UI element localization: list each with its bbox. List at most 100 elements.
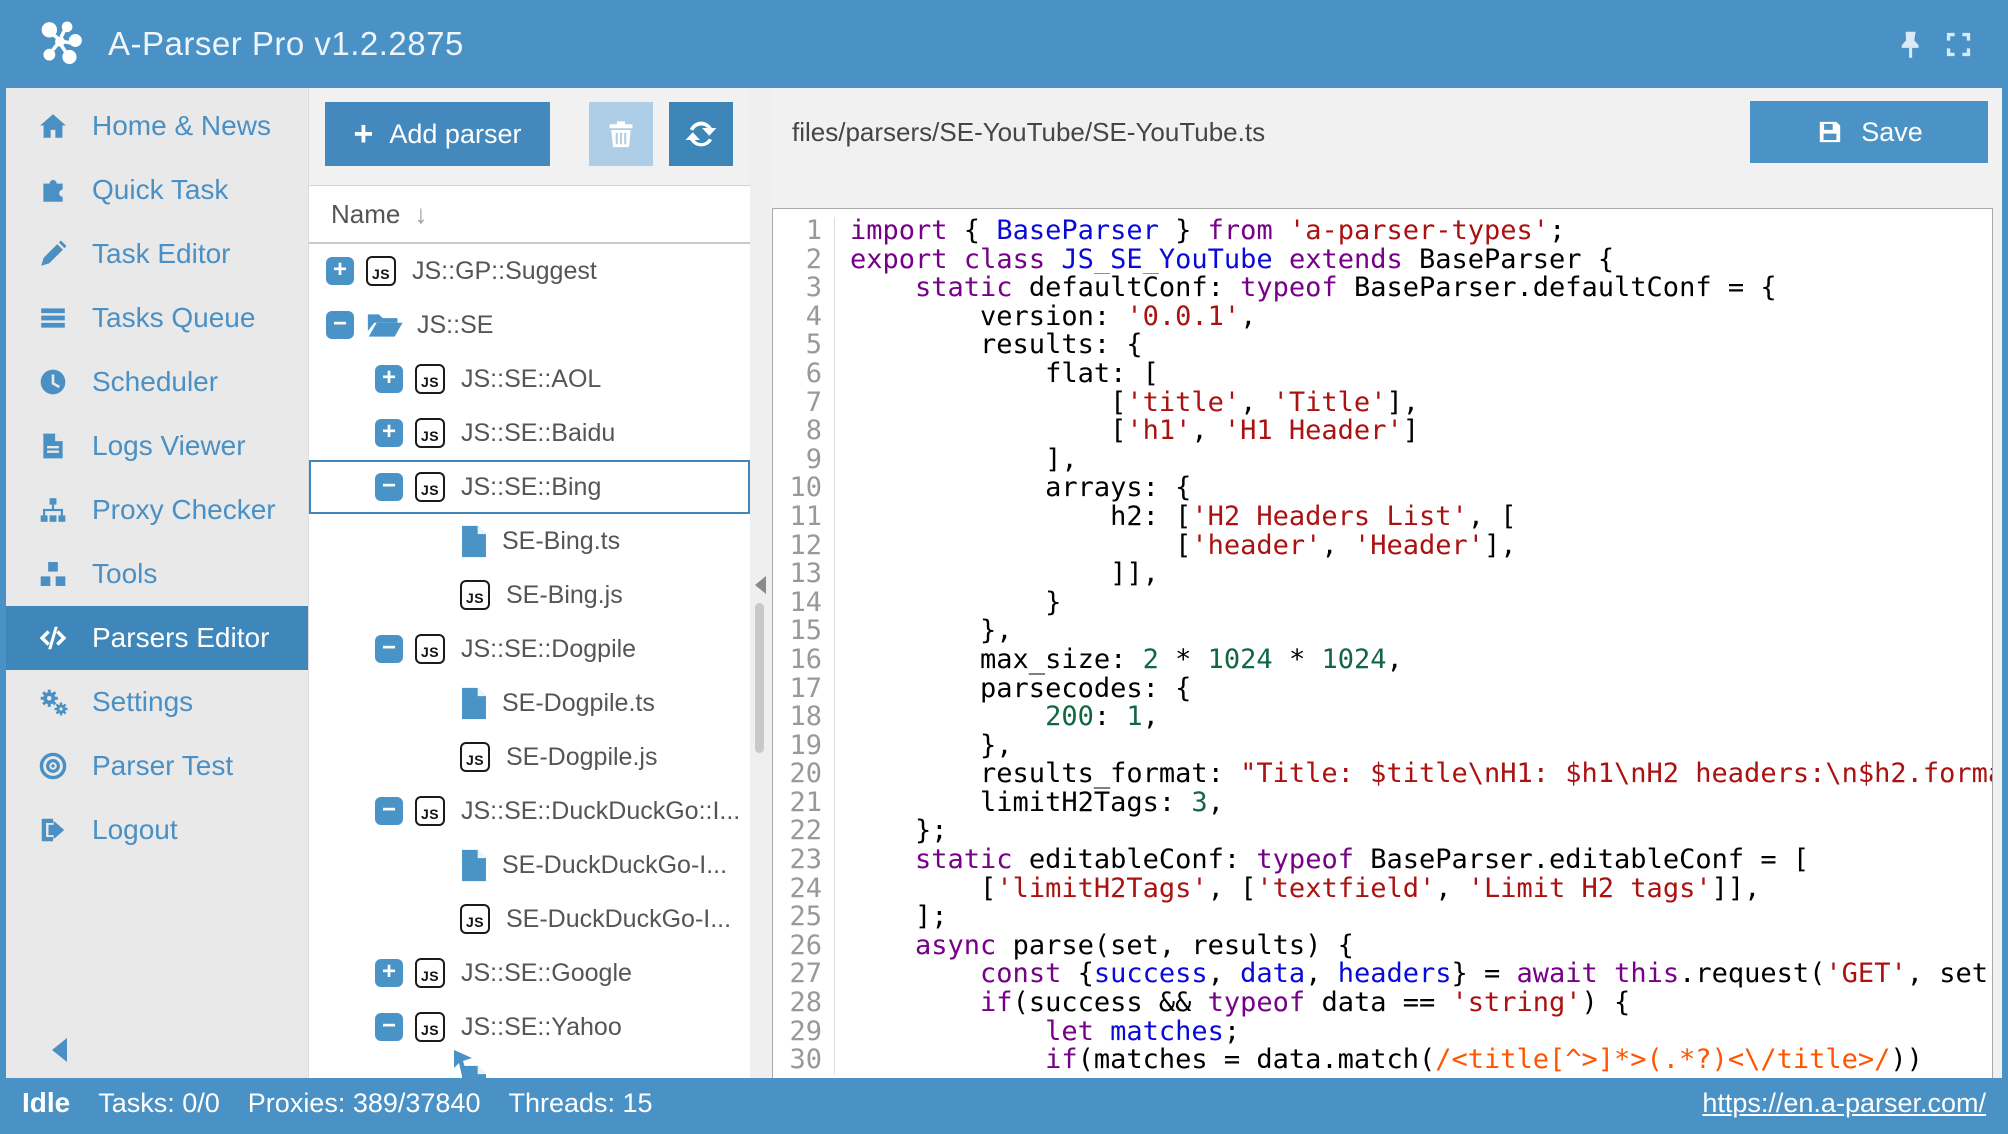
refresh-icon bbox=[685, 118, 717, 150]
app-title: A-Parser Pro v1.2.2875 bbox=[108, 25, 464, 63]
sidebar-item-label: Parser Test bbox=[92, 750, 233, 782]
fullscreen-icon[interactable] bbox=[1943, 29, 1974, 60]
code-line: 5 results: { bbox=[773, 331, 1992, 360]
line-number: 23 bbox=[773, 846, 835, 875]
line-number: 10 bbox=[773, 474, 835, 503]
collapse-icon[interactable]: − bbox=[326, 311, 354, 339]
sidebar-item-scheduler[interactable]: Scheduler bbox=[6, 350, 308, 414]
sidebar-item-quick-task[interactable]: Quick Task bbox=[6, 158, 308, 222]
expand-icon[interactable]: + bbox=[375, 959, 403, 987]
site-link[interactable]: https://en.a-parser.com/ bbox=[1702, 1088, 1986, 1119]
collapse-icon[interactable]: − bbox=[375, 635, 403, 663]
save-button[interactable]: Save bbox=[1750, 101, 1988, 163]
sidebar-item-parsers-editor[interactable]: Parsers Editor bbox=[6, 606, 308, 670]
tree-row-js-se-aol[interactable]: +JSJS::SE::AOL bbox=[309, 352, 750, 406]
line-number: 30 bbox=[773, 1046, 835, 1075]
line-number: 26 bbox=[773, 932, 835, 961]
code-editor[interactable]: 1import { BaseParser } from 'a-parser-ty… bbox=[772, 208, 1993, 1078]
app-frame: A-Parser Pro v1.2.2875 Home & NewsQuick … bbox=[6, 0, 2002, 1128]
tree-row-js-se-duckduckgo-i[interactable]: −JSJS::SE::DuckDuckGo::I... bbox=[309, 784, 750, 838]
sidebar-item-tools[interactable]: Tools bbox=[6, 542, 308, 606]
file-text-icon bbox=[34, 431, 72, 461]
tree-row-se-bing-ts[interactable]: SE-Bing.ts bbox=[309, 514, 750, 568]
collapse-icon[interactable]: − bbox=[375, 473, 403, 501]
sidebar-item-proxy-checker[interactable]: Proxy Checker bbox=[6, 478, 308, 542]
save-icon bbox=[1815, 117, 1845, 147]
code-line-text: ]], bbox=[835, 560, 1992, 589]
file-icon bbox=[460, 686, 488, 721]
tree-row-se-dogpile-ts[interactable]: SE-Dogpile.ts bbox=[309, 676, 750, 730]
tree-row-js-se[interactable]: −JS::SE bbox=[309, 298, 750, 352]
collapse-icon[interactable]: − bbox=[375, 797, 403, 825]
line-number: 27 bbox=[773, 960, 835, 989]
file-icon bbox=[460, 524, 488, 559]
tree-row[interactable] bbox=[309, 1054, 750, 1078]
tree-row-js-gp-suggest[interactable]: +JSJS::GP::Suggest bbox=[309, 244, 750, 298]
code-line: 15 }, bbox=[773, 617, 1992, 646]
line-number: 24 bbox=[773, 875, 835, 904]
sidebar-item-logout[interactable]: Logout bbox=[6, 798, 308, 862]
code-line: 19 }, bbox=[773, 732, 1992, 761]
divider-collapse-icon[interactable] bbox=[755, 576, 766, 594]
collapse-icon[interactable]: − bbox=[375, 1013, 403, 1041]
code-line-text: parsecodes: { bbox=[835, 675, 1992, 704]
tree-row-se-bing-js[interactable]: JS SE-Bing.js bbox=[309, 568, 750, 622]
code-line: 27 const {success, data, headers} = awai… bbox=[773, 960, 1992, 989]
code-line-text: limitH2Tags: 3, bbox=[835, 789, 1992, 818]
line-number: 3 bbox=[773, 274, 835, 303]
sidebar-item-logs-viewer[interactable]: Logs Viewer bbox=[6, 414, 308, 478]
code-line: 21 limitH2Tags: 3, bbox=[773, 789, 1992, 818]
line-number: 13 bbox=[773, 560, 835, 589]
tree-row-js-se-yahoo[interactable]: −JSJS::SE::Yahoo bbox=[309, 1000, 750, 1054]
tree-row-js-se-baidu[interactable]: +JSJS::SE::Baidu bbox=[309, 406, 750, 460]
tree-row-se-duckduckgo-i[interactable]: JSSE-DuckDuckGo-I... bbox=[309, 892, 750, 946]
sidebar-collapse-icon[interactable] bbox=[52, 1038, 67, 1062]
tree-row-label: SE-Bing.ts bbox=[502, 527, 620, 556]
line-number: 7 bbox=[773, 389, 835, 418]
js-icon: JS bbox=[366, 256, 396, 286]
js-icon: JS bbox=[415, 364, 445, 394]
refresh-button[interactable] bbox=[669, 102, 733, 166]
tree-row-se-duckduckgo-i[interactable]: SE-DuckDuckGo-I... bbox=[309, 838, 750, 892]
sidebar-item-parser-test[interactable]: Parser Test bbox=[6, 734, 308, 798]
add-parser-button[interactable]: + Add parser bbox=[325, 102, 550, 166]
code-line: 24 ['limitH2Tags', ['textfield', 'Limit … bbox=[773, 875, 1992, 904]
sidebar-item-task-editor[interactable]: Task Editor bbox=[6, 222, 308, 286]
line-number: 20 bbox=[773, 760, 835, 789]
sidebar-item-home-news[interactable]: Home & News bbox=[6, 94, 308, 158]
expand-icon[interactable]: + bbox=[326, 257, 354, 285]
tree-header-label: Name bbox=[331, 199, 400, 230]
titlebar: A-Parser Pro v1.2.2875 bbox=[6, 0, 2002, 88]
code-line-text: }, bbox=[835, 732, 1992, 761]
line-number: 6 bbox=[773, 360, 835, 389]
code-line: 6 flat: [ bbox=[773, 360, 1992, 389]
expand-icon[interactable]: + bbox=[375, 365, 403, 393]
tree-row-se-dogpile-js[interactable]: JSSE-Dogpile.js bbox=[309, 730, 750, 784]
code-line: 17 parsecodes: { bbox=[773, 675, 1992, 704]
tree-header[interactable]: Name ↓ bbox=[309, 186, 750, 244]
tree-row-label: JS::SE::Bing bbox=[461, 473, 601, 502]
pin-icon[interactable] bbox=[1894, 29, 1925, 60]
sidebar-item-tasks-queue[interactable]: Tasks Queue bbox=[6, 286, 308, 350]
sidebar-item-settings[interactable]: Settings bbox=[6, 670, 308, 734]
main-content: Home & NewsQuick TaskTask EditorTasks Qu… bbox=[6, 88, 2002, 1078]
tree-row-js-se-bing[interactable]: −JSJS::SE::Bing bbox=[309, 460, 750, 514]
delete-parser-button[interactable] bbox=[589, 102, 653, 166]
code-line: 22 }; bbox=[773, 817, 1992, 846]
scrollbar-thumb[interactable] bbox=[755, 603, 764, 753]
expand-icon[interactable]: + bbox=[375, 419, 403, 447]
js-icon: JS bbox=[415, 418, 445, 448]
status-threads: Threads: 15 bbox=[508, 1088, 652, 1119]
tree-row-label: SE-Dogpile.js bbox=[506, 743, 657, 772]
line-number: 18 bbox=[773, 703, 835, 732]
tree-row-label: SE-DuckDuckGo-I... bbox=[506, 905, 731, 934]
js-icon: JS bbox=[460, 580, 490, 610]
cubes-icon bbox=[34, 559, 72, 589]
code-line-text: results_format: "Title: $title\nH1: $h1\… bbox=[835, 760, 1992, 789]
code-line-text: ['title', 'Title'], bbox=[835, 389, 1992, 418]
js-icon: JS bbox=[415, 958, 445, 988]
tree-row-label: SE-Bing.js bbox=[506, 581, 623, 610]
tree-row-js-se-dogpile[interactable]: −JSJS::SE::Dogpile bbox=[309, 622, 750, 676]
sidebar-item-label: Parsers Editor bbox=[92, 622, 269, 654]
tree-row-js-se-google[interactable]: +JSJS::SE::Google bbox=[309, 946, 750, 1000]
